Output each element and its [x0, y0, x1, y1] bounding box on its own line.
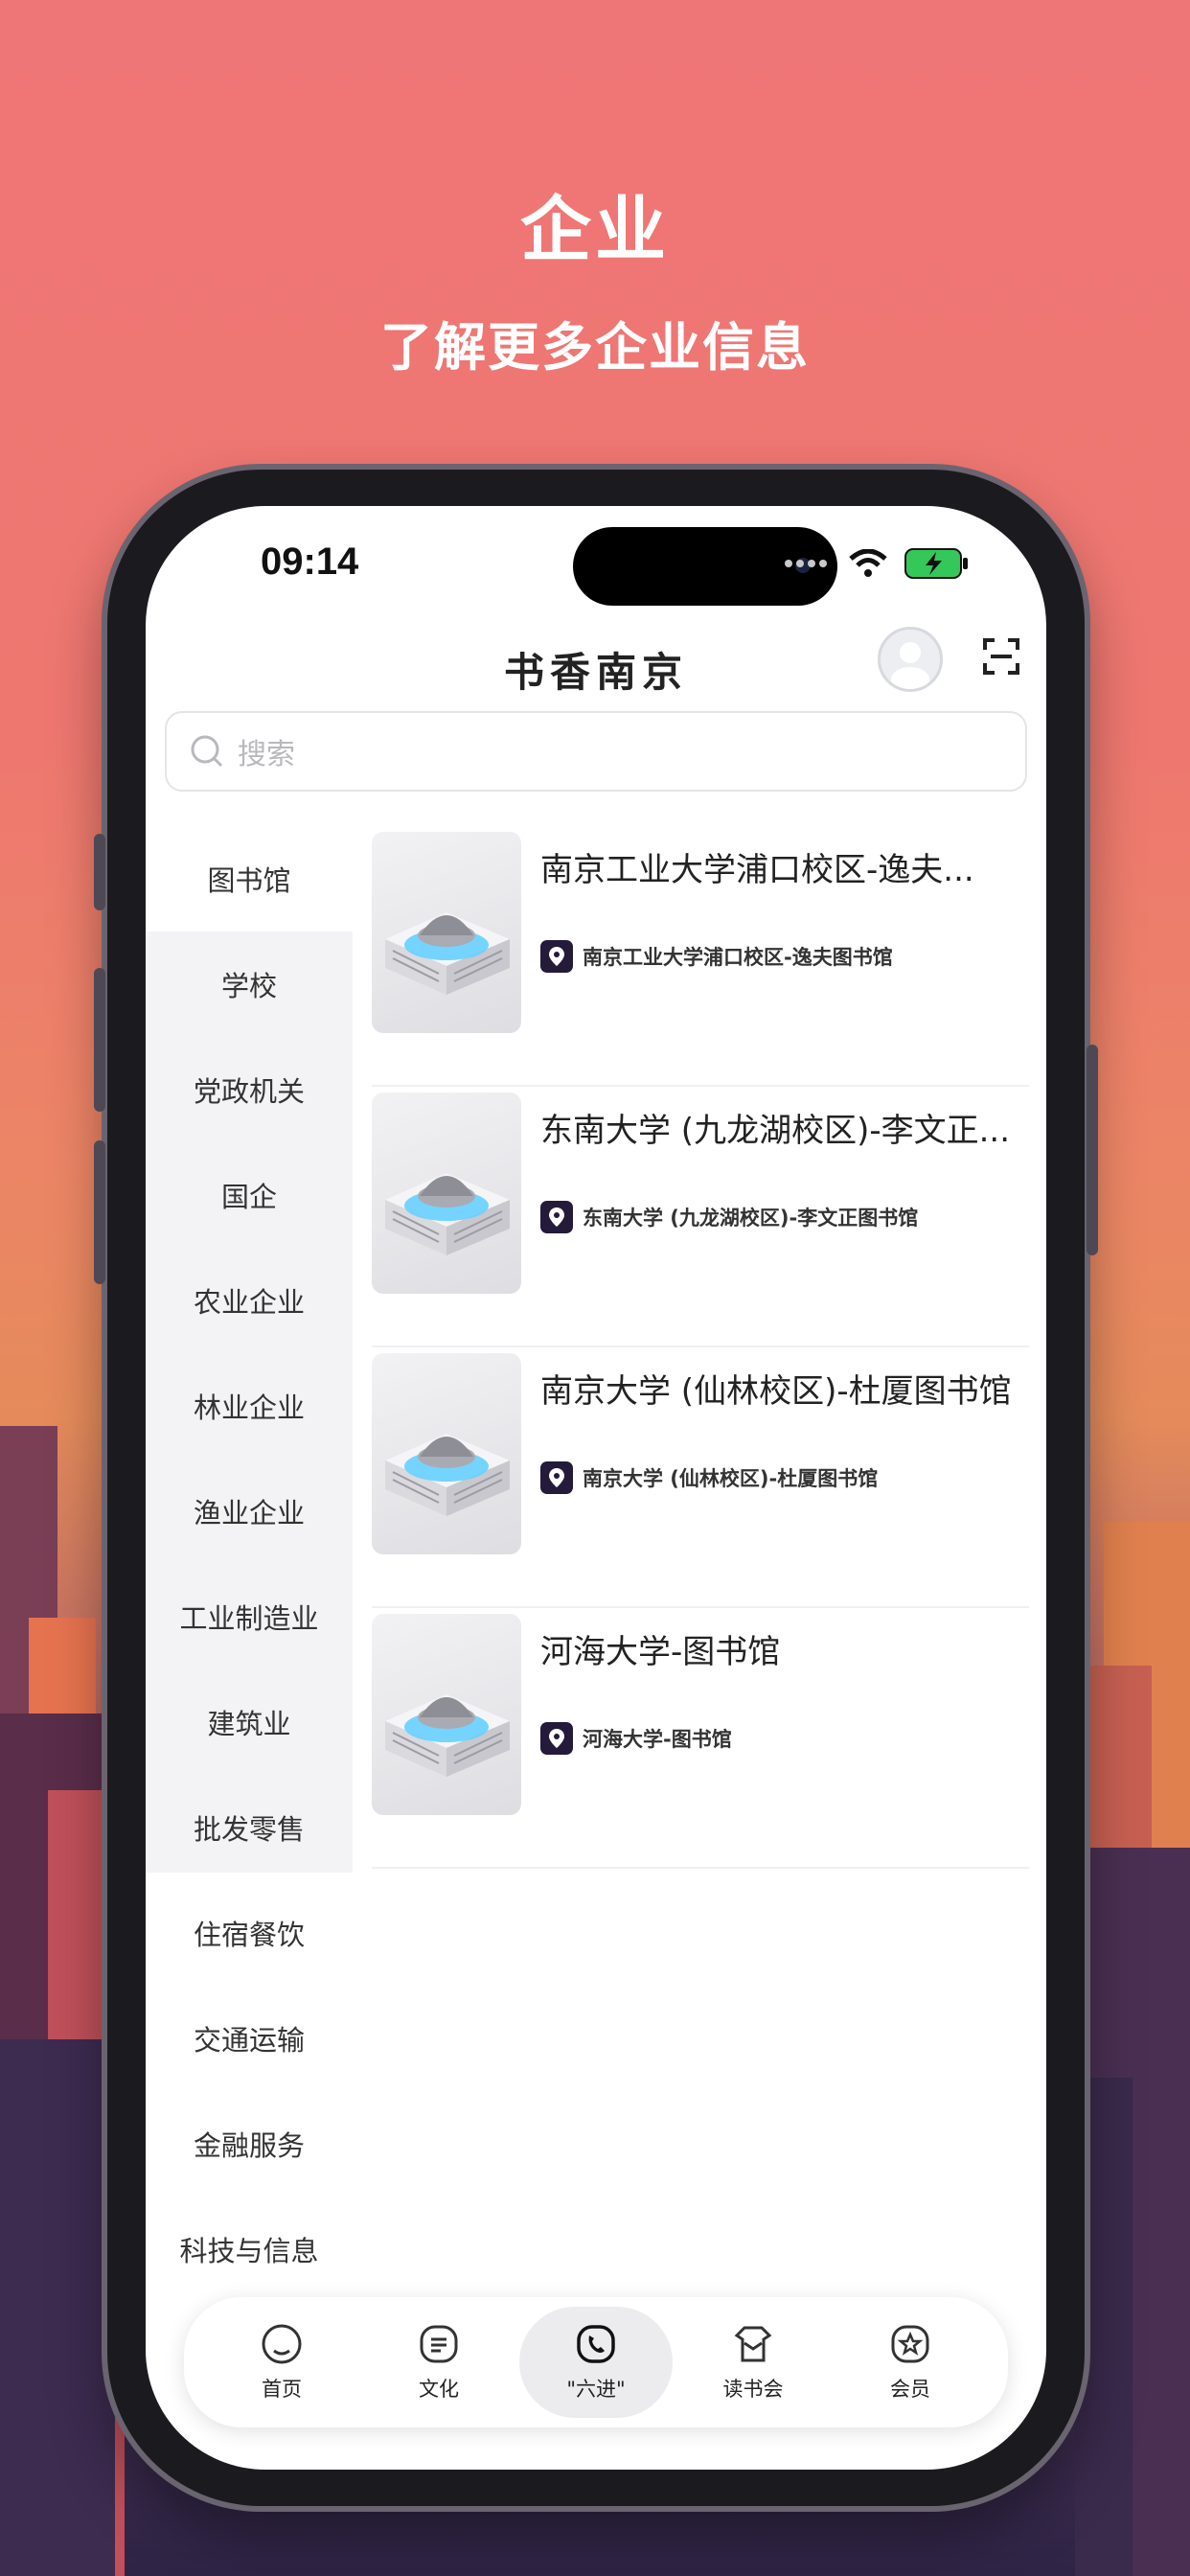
sidebar-item-finance[interactable]: 金融服务 [146, 2091, 353, 2196]
list-item-title: 南京工业大学浦口校区-逸夫... [540, 851, 974, 889]
location-badge [540, 1461, 573, 1494]
hero-subtitle: 了解更多企业信息 [380, 317, 810, 378]
tab-member[interactable]: 会员 [834, 2307, 987, 2418]
phone-icon [577, 2325, 615, 2363]
location-badge [540, 1722, 573, 1755]
list-item-location-text: 河海大学-图书馆 [583, 1728, 732, 1751]
list-item-location-text: 东南大学 (九龙湖校区)-李文正图书馆 [583, 1207, 919, 1230]
screen: 09:14 书香南京 搜索 图书馆 学校 党政机关 国企 农业企业 林业企业 渔… [146, 506, 1046, 2470]
sidebar-item-transport[interactable]: 交通运输 [146, 1986, 353, 2091]
home-icon [262, 2324, 302, 2364]
avatar[interactable] [878, 627, 943, 692]
tab-six-in[interactable]: "六进" [519, 2307, 673, 2418]
list-item-thumbnail [372, 832, 521, 1033]
library-list: 南京工业大学浦口校区-逸夫... 南京工业大学浦口校区-逸夫图书馆 东南大学 (… [372, 826, 1029, 1873]
tab-book-club[interactable]: 读书会 [676, 2307, 830, 2418]
signal-dots-icon [785, 560, 827, 567]
list-item-title: 南京大学 (仙林校区)-杜厦图书馆 [540, 1372, 1012, 1411]
user-icon [891, 642, 929, 689]
list-item-location: 南京工业大学浦口校区-逸夫图书馆 [540, 940, 1029, 973]
bottom-tab-bar: 首页 文化 "六进" 读书会 会员 [184, 2297, 1008, 2427]
search-placeholder: 搜索 [238, 738, 295, 771]
status-icons [784, 548, 970, 579]
tab-home[interactable]: 首页 [205, 2307, 358, 2418]
sidebar-item-construction[interactable]: 建筑业 [146, 1669, 353, 1775]
list-item-thumbnail [372, 1092, 521, 1294]
list-item-location: 东南大学 (九龙湖校区)-李文正图书馆 [540, 1201, 1029, 1233]
hero-title: 企业 [520, 189, 670, 271]
list-item-location: 南京大学 (仙林校区)-杜厦图书馆 [540, 1461, 1029, 1494]
list-item-location-text: 南京大学 (仙林校区)-杜厦图书馆 [583, 1467, 879, 1490]
list-item-title: 河海大学-图书馆 [540, 1633, 781, 1671]
sidebar-item-agriculture[interactable]: 农业企业 [146, 1248, 353, 1353]
sidebar-item-manufacturing[interactable]: 工业制造业 [146, 1564, 353, 1669]
library-building-icon [385, 912, 510, 995]
member-icon [891, 2325, 929, 2363]
sidebar-item-retail[interactable]: 批发零售 [146, 1775, 353, 1880]
search-input[interactable]: 搜索 [165, 711, 1027, 792]
list-item[interactable]: 河海大学-图书馆 河海大学-图书馆 [372, 1608, 1029, 1869]
list-item[interactable]: 南京大学 (仙林校区)-杜厦图书馆 南京大学 (仙林校区)-杜厦图书馆 [372, 1347, 1029, 1608]
location-pin-icon [549, 1208, 564, 1227]
search-icon [191, 735, 223, 768]
list-item-location-text: 南京工业大学浦口校区-逸夫图书馆 [583, 946, 893, 969]
location-pin-icon [549, 1729, 564, 1748]
list-item-title: 东南大学 (九龙湖校区)-李文正... [540, 1112, 1011, 1150]
culture-icon [420, 2325, 458, 2363]
phone-frame: 09:14 书香南京 搜索 图书馆 学校 党政机关 国企 农业企业 林业企业 渔… [94, 470, 1098, 2506]
category-sidebar: 图书馆 学校 党政机关 国企 农业企业 林业企业 渔业企业 工业制造业 建筑业 … [146, 826, 353, 2267]
location-badge [540, 1201, 573, 1233]
sidebar-item-forestry[interactable]: 林业企业 [146, 1353, 353, 1459]
sidebar-item-hospitality[interactable]: 住宿餐饮 [146, 1880, 353, 1986]
library-building-icon [385, 1434, 510, 1516]
list-item-thumbnail [372, 1614, 521, 1815]
location-badge [540, 940, 573, 973]
library-building-icon [385, 1694, 510, 1777]
list-item[interactable]: 南京师范大学 (仙林校区)-敬文... 南京师范大学 (仙林校区)-敬文图书馆 [372, 1869, 1029, 1873]
sidebar-item-soe[interactable]: 国企 [146, 1142, 353, 1248]
list-item-thumbnail [372, 1353, 521, 1554]
list-item[interactable]: 东南大学 (九龙湖校区)-李文正... 东南大学 (九龙湖校区)-李文正图书馆 [372, 1087, 1029, 1347]
location-pin-icon [549, 1468, 564, 1487]
location-pin-icon [549, 947, 564, 966]
sidebar-item-library[interactable]: 图书馆 [146, 826, 353, 932]
sidebar-item-school[interactable]: 学校 [146, 932, 353, 1037]
scan-icon[interactable] [983, 638, 1019, 675]
sidebar-item-government[interactable]: 党政机关 [146, 1037, 353, 1142]
sidebar-item-tech[interactable]: 科技与信息 [146, 2196, 353, 2302]
library-building-icon [385, 1173, 510, 1255]
list-item[interactable]: 南京工业大学浦口校区-逸夫... 南京工业大学浦口校区-逸夫图书馆 [372, 826, 1029, 1087]
list-item-location: 河海大学-图书馆 [540, 1722, 1029, 1755]
wifi-icon [849, 549, 887, 577]
book-club-icon [734, 2326, 772, 2362]
battery-icon [904, 548, 968, 579]
status-time: 09:14 [261, 540, 359, 583]
sidebar-item-fishery[interactable]: 渔业企业 [146, 1459, 353, 1564]
tab-culture[interactable]: 文化 [362, 2307, 515, 2418]
